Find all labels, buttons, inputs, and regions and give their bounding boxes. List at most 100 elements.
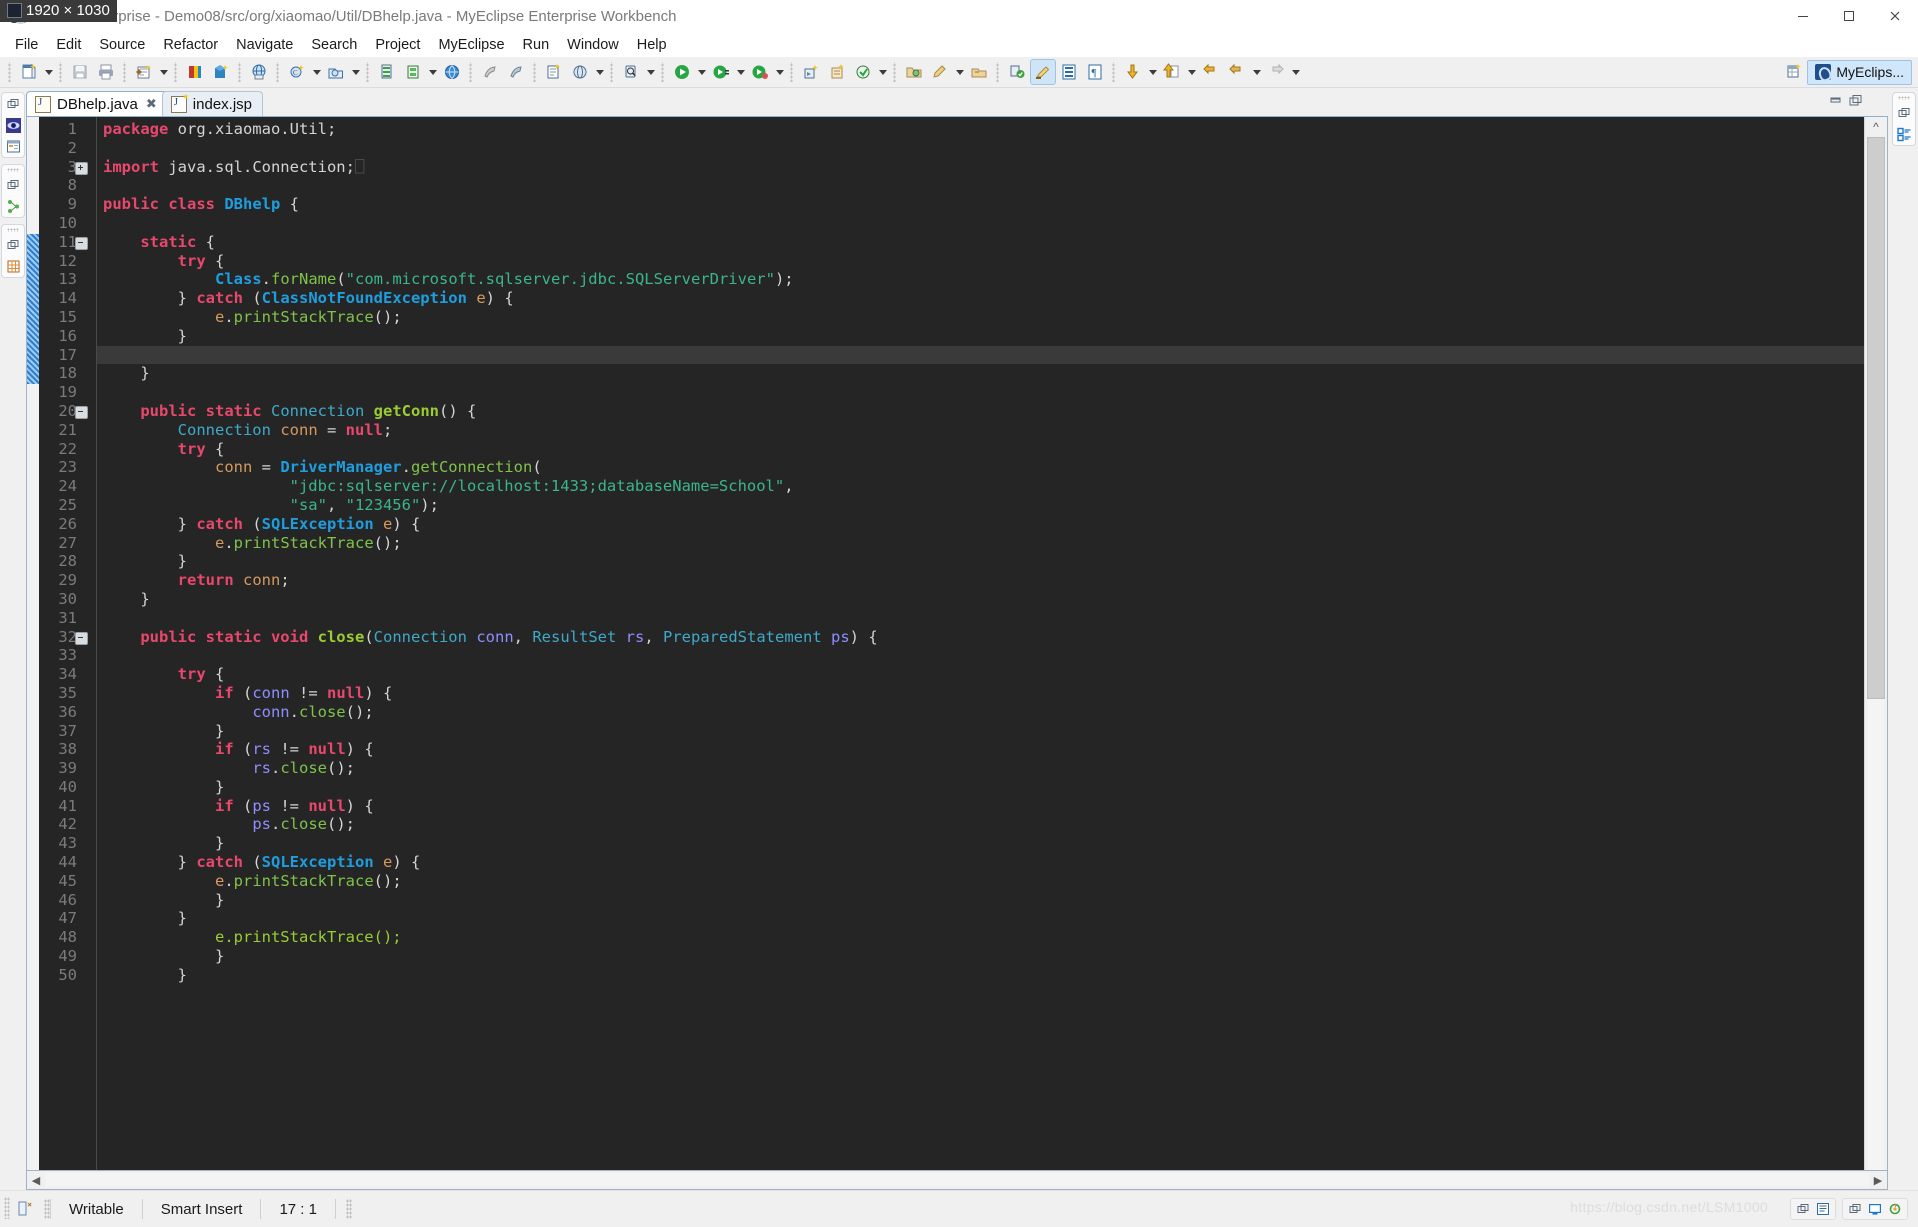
back-icon[interactable] — [1225, 60, 1249, 84]
code-line[interactable] — [97, 214, 1864, 233]
restore-icon[interactable] — [1896, 105, 1912, 121]
run-dropdown[interactable] — [695, 60, 708, 84]
debug-dropdown[interactable] — [734, 60, 747, 84]
editor-tab-dbhelp-java[interactable]: DBhelp.java ✖ — [26, 91, 168, 116]
prev-annotation-dropdown[interactable] — [1185, 60, 1198, 84]
code-line[interactable] — [97, 609, 1864, 628]
code-line[interactable] — [97, 176, 1864, 195]
code-line[interactable]: } — [97, 552, 1864, 571]
restore-icon[interactable] — [5, 96, 21, 112]
outline-icon[interactable] — [5, 138, 21, 154]
new-wizard-dropdown[interactable] — [42, 60, 55, 84]
vertical-scroll-track[interactable] — [1868, 699, 1884, 1170]
new-package-icon[interactable] — [324, 60, 348, 84]
fold-toggle-minus-icon[interactable] — [75, 405, 88, 419]
new-server-icon[interactable] — [542, 60, 566, 84]
run-as-icon[interactable] — [799, 60, 823, 84]
open-perspective-icon[interactable] — [1782, 60, 1806, 84]
status-grip[interactable] — [4, 1197, 10, 1219]
run-icon[interactable] — [670, 60, 694, 84]
code-line[interactable] — [97, 646, 1864, 665]
code-line[interactable]: if (rs != null) { — [97, 740, 1864, 759]
editor-horizontal-scrollbar[interactable]: ◀ ▶ — [26, 1171, 1888, 1190]
code-line[interactable]: conn.close(); — [97, 703, 1864, 722]
toolbar-grip[interactable] — [364, 62, 372, 82]
code-line[interactable]: "jdbc:sqlserver://localhost:1433;databas… — [97, 477, 1864, 496]
menu-item-myeclipse[interactable]: MyEclipse — [429, 35, 513, 55]
menu-item-window[interactable]: Window — [558, 35, 628, 55]
toolbar-grip[interactable] — [788, 62, 796, 82]
forward-dropdown[interactable] — [1289, 60, 1302, 84]
code-line[interactable]: try { — [97, 440, 1864, 459]
globe-icon[interactable] — [440, 60, 464, 84]
next-annotation-dropdown[interactable] — [1146, 60, 1159, 84]
code-line[interactable]: if (ps != null) { — [97, 797, 1864, 816]
debug-icon[interactable] — [709, 60, 733, 84]
toolbar-grip[interactable] — [994, 62, 1002, 82]
code-line[interactable]: } — [97, 364, 1864, 383]
code-line[interactable]: e.printStackTrace(); — [97, 872, 1864, 891]
toolbar-grip[interactable] — [1110, 62, 1118, 82]
menu-item-source[interactable]: Source — [90, 35, 154, 55]
fold-toggle-minus-icon[interactable] — [75, 236, 88, 250]
next-annotation-icon[interactable] — [1121, 60, 1145, 84]
db-explorer-icon[interactable] — [375, 60, 399, 84]
toolbar-grip[interactable] — [531, 62, 539, 82]
back-dropdown[interactable] — [1250, 60, 1263, 84]
maximize-editor-icon[interactable] — [1848, 93, 1864, 109]
toolbar-grip[interactable] — [467, 62, 475, 82]
editor-vertical-scrollbar[interactable]: ^ — [1864, 117, 1887, 1170]
profile-icon[interactable] — [748, 60, 772, 84]
annotation-ruler[interactable] — [27, 117, 39, 1170]
debug-last-icon[interactable] — [504, 60, 528, 84]
code-line[interactable]: e.printStackTrace(); — [97, 928, 1864, 947]
group-grip[interactable] — [1898, 96, 1910, 100]
highlight-icon[interactable] — [1030, 59, 1056, 85]
group-grip[interactable] — [7, 228, 19, 232]
status-grip-2[interactable] — [345, 1199, 352, 1219]
code-line[interactable]: } catch (SQLException e) { — [97, 515, 1864, 534]
search-dropdown[interactable] — [644, 60, 657, 84]
pencil-icon[interactable] — [928, 60, 952, 84]
code-line[interactable]: ps.close(); — [97, 815, 1864, 834]
source-viewer[interactable]: 1 2 3 8 9 10 11 12 13 14 15 16 17 18 19 20 21 22 23 24 25 26 2… — [27, 117, 1864, 1170]
fold-toggle-minus-icon[interactable] — [75, 631, 88, 645]
code-line[interactable]: "sa", "123456"); — [97, 496, 1864, 515]
code-line[interactable]: e.printStackTrace(); — [97, 308, 1864, 327]
group-grip[interactable] — [7, 168, 19, 172]
restore-icon[interactable] — [5, 177, 21, 193]
restore-icon[interactable] — [1847, 1201, 1863, 1217]
editor-tab-index-jsp[interactable]: index.jsp — [161, 91, 263, 116]
new-wizard-icon[interactable] — [17, 60, 41, 84]
db-browser-view-icon[interactable] — [5, 258, 21, 274]
code-line[interactable]: return conn; — [97, 571, 1864, 590]
toolbar-grip[interactable] — [236, 62, 244, 82]
db-browser-icon[interactable] — [401, 60, 425, 84]
external-tools-dropdown[interactable] — [876, 60, 889, 84]
minimize-button[interactable] — [1780, 0, 1826, 32]
scroll-up-icon[interactable]: ^ — [1865, 117, 1887, 137]
code-line[interactable]: } — [97, 590, 1864, 609]
code-line[interactable]: } — [97, 327, 1864, 346]
code-line[interactable]: } — [97, 909, 1864, 928]
code-line[interactable]: } catch (ClassNotFoundException e) { — [97, 289, 1864, 308]
code-line[interactable] — [97, 139, 1864, 158]
open-web-dropdown[interactable] — [593, 60, 606, 84]
code-line[interactable]: public static void close(Connection conn… — [97, 628, 1864, 647]
save-icon[interactable] — [68, 60, 92, 84]
code-line[interactable]: public static Connection getConn() { — [97, 402, 1864, 421]
code-line[interactable]: } — [97, 891, 1864, 910]
menu-item-project[interactable]: Project — [366, 35, 429, 55]
new-class-icon[interactable]: C — [285, 60, 309, 84]
console-icon[interactable] — [1867, 1201, 1883, 1217]
maximize-button[interactable] — [1826, 0, 1872, 32]
code-line[interactable]: } — [97, 778, 1864, 797]
pencil-dropdown[interactable] — [953, 60, 966, 84]
code-line[interactable] — [97, 345, 1864, 365]
block-selection-icon[interactable] — [1057, 60, 1081, 84]
code-line[interactable]: import java.sql.Connection;⎕ — [97, 158, 1864, 177]
vertical-scroll-thumb[interactable] — [1867, 137, 1885, 699]
new-project-icon[interactable] — [132, 60, 156, 84]
code-line[interactable] — [97, 383, 1864, 402]
code-line[interactable]: } catch (SQLException e) { — [97, 853, 1864, 872]
